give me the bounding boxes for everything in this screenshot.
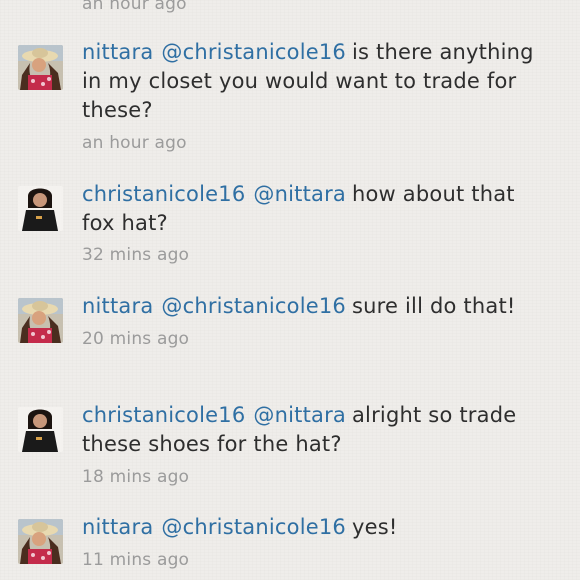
avatar[interactable] [18,298,63,343]
username-link[interactable]: nittara [82,515,153,539]
comment-text: christanicole16 @nittara alright so trade … [82,401,552,459]
username-link[interactable]: christanicole16 [82,403,245,427]
mention-link[interactable]: @christanicole16 [161,40,346,64]
timestamp: 11 mins ago [82,550,190,570]
mention-link[interactable]: @christanicole16 [161,515,346,539]
timestamp: an hour ago [82,133,187,153]
comment-text: nittara @christanicole16 sure ill do that! [82,292,552,321]
avatar[interactable] [18,45,63,90]
timestamp: 20 mins ago [82,329,190,349]
avatar[interactable] [18,519,63,564]
comment-text: nittara @christanicole16 yes! [82,513,552,542]
username-link[interactable]: nittara [82,40,153,64]
mention-link[interactable]: @nittara [253,403,346,427]
mention-link[interactable]: @nittara [253,182,346,206]
mention-link[interactable]: @christanicole16 [161,294,346,318]
comment-message: yes! [351,515,398,539]
timestamp: an hour ago [82,0,187,14]
timestamp: 32 mins ago [82,245,190,265]
comment-message: sure ill do that! [351,294,516,318]
comment-text: nittara @christanicole16 is there anything… [82,38,552,125]
timestamp: 18 mins ago [82,467,190,487]
comment-text: christanicole16 @nittara how about that fo… [82,180,552,238]
avatar[interactable] [18,186,63,231]
avatar[interactable] [18,407,63,452]
username-link[interactable]: christanicole16 [82,182,245,206]
username-link[interactable]: nittara [82,294,153,318]
